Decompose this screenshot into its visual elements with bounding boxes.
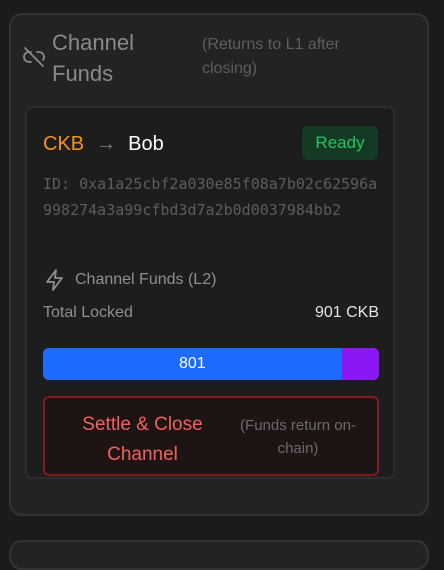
total-locked-value: 901 CKB	[314, 304, 379, 321]
channel-card: CKB → Bob Ready ID: 0xa1a25cbf2a030e85f0…	[25, 106, 395, 479]
status-badge: Ready	[302, 126, 378, 160]
route-arrow-icon: →	[96, 133, 117, 155]
section-note: (Returns to L1 after closing)	[202, 36, 340, 77]
channel-funds-row: Channel Funds (L2)	[43, 268, 216, 292]
section-title: Channel Funds	[52, 30, 134, 86]
balance-bar: 801	[43, 348, 379, 380]
route-to: Bob	[128, 133, 164, 155]
balance-bar-remote	[341, 348, 379, 380]
total-locked-row: Total Locked 901 CKB	[43, 304, 379, 322]
settle-close-button[interactable]: Settle & Close Channel (Funds return on-…	[43, 396, 379, 476]
lightning-bolt-icon	[46, 269, 63, 291]
channel-id: ID: 0xa1a25cbf2a030e85f08a7b02c62596a998…	[43, 175, 378, 219]
channel-funds-label: Channel Funds (L2)	[75, 271, 217, 288]
settle-close-note: (Funds return on-chain)	[240, 417, 356, 457]
total-locked-label: Total Locked	[43, 304, 133, 321]
settle-close-label: Settle & Close Channel	[82, 414, 203, 465]
section-header: Channel Funds	[22, 27, 182, 89]
balance-bar-local: 801	[43, 348, 342, 380]
route-from: CKB	[43, 133, 85, 155]
link-broken-icon	[23, 47, 45, 67]
channel-route: CKB → Bob	[43, 130, 164, 158]
next-panel	[9, 540, 429, 570]
